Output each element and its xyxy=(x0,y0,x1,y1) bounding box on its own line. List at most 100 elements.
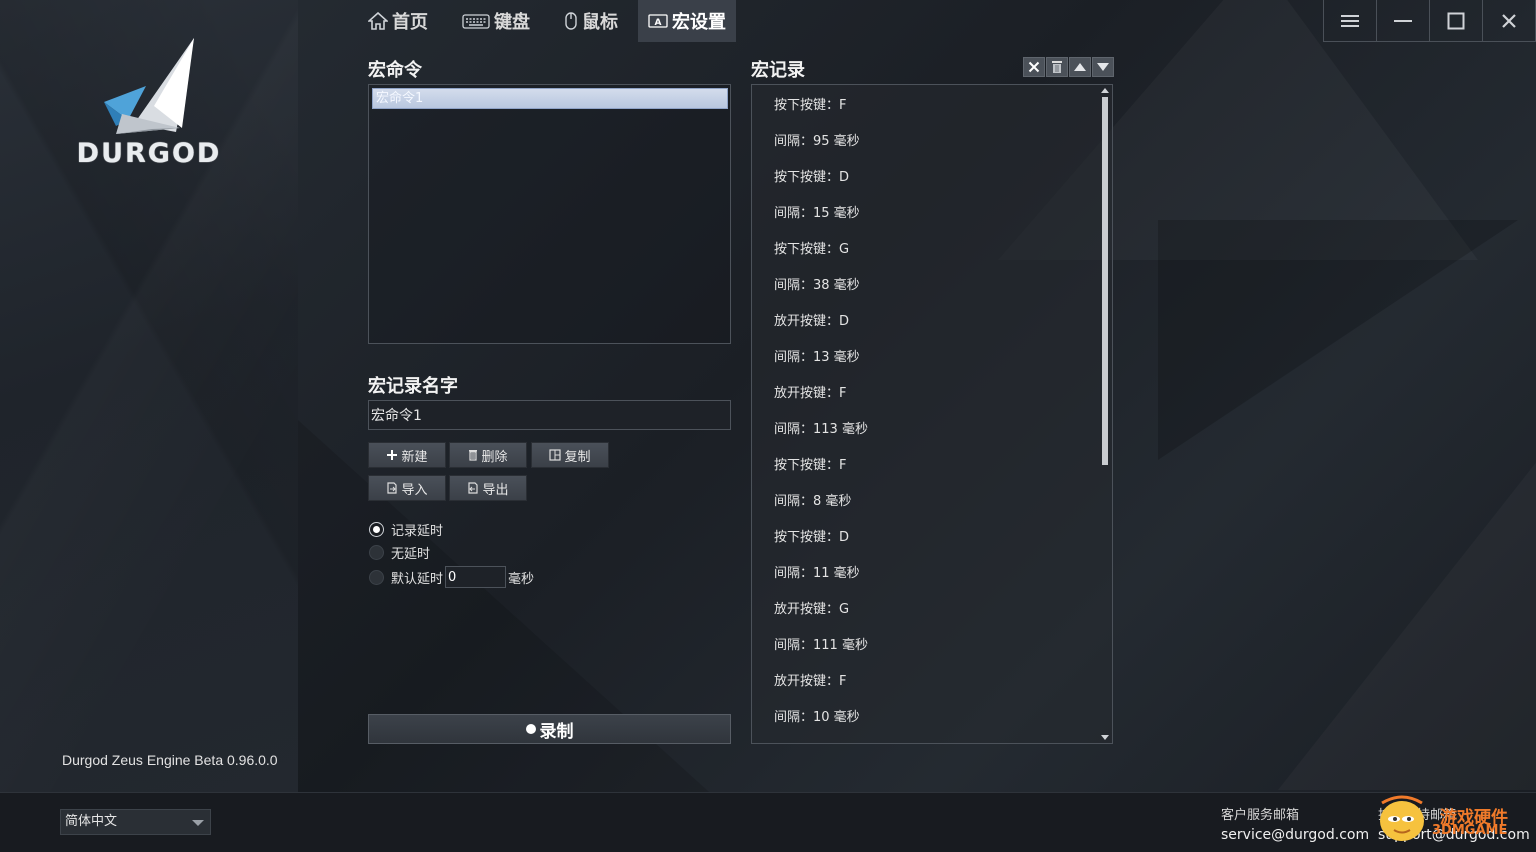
list-item[interactable]: 间隔：95 毫秒 xyxy=(774,132,860,152)
macro-icon: A xyxy=(648,14,668,28)
tab-keyboard[interactable]: 键盘 xyxy=(452,0,540,42)
clear-icon xyxy=(1028,61,1040,73)
menu-icon xyxy=(1341,14,1359,27)
macro-record-list[interactable]: 按下按键：F 间隔：95 毫秒 按下按键：D 间隔：15 毫秒 按下按键：G 间… xyxy=(751,84,1113,744)
arrow-down-icon xyxy=(1097,63,1109,71)
list-item[interactable]: 按下按键：G xyxy=(774,240,849,260)
svg-text:A: A xyxy=(655,18,662,28)
mascot-icon xyxy=(1380,795,1424,841)
default-delay-label: 默认延时 xyxy=(391,571,444,587)
chevron-down-icon xyxy=(192,820,204,826)
list-item[interactable]: 间隔：113 毫秒 xyxy=(774,420,868,440)
list-item[interactable]: 放开按键：G xyxy=(774,600,849,620)
copy-button[interactable]: 复制 xyxy=(531,442,609,468)
tab-keyboard-label: 键盘 xyxy=(494,12,530,33)
macro-name-title: 宏记录名字 xyxy=(368,376,458,397)
import-button-label: 导入 xyxy=(401,482,428,498)
macro-command-list[interactable]: 宏命令1 xyxy=(368,84,731,344)
tab-home[interactable]: 首页 xyxy=(358,0,438,42)
list-item[interactable]: 间隔：111 毫秒 xyxy=(774,636,868,656)
maximize-button[interactable] xyxy=(1429,0,1482,42)
record-delay-label: 记录延时 xyxy=(391,524,444,539)
delete-button[interactable]: 删除 xyxy=(449,442,527,468)
default-delay-option[interactable]: 默认延时 毫秒 xyxy=(369,566,534,588)
copy-icon xyxy=(549,449,562,461)
export-button-label: 导出 xyxy=(482,482,509,498)
clear-button[interactable] xyxy=(1023,57,1045,77)
list-item[interactable]: 间隔：8 毫秒 xyxy=(774,492,851,512)
delay-unit-label: 毫秒 xyxy=(508,571,535,587)
copy-button-label: 复制 xyxy=(564,449,591,465)
list-item[interactable]: 间隔：13 毫秒 xyxy=(774,348,860,368)
minimize-button[interactable] xyxy=(1376,0,1429,42)
macro-command-item[interactable]: 宏命令1 xyxy=(372,88,728,109)
maximize-icon xyxy=(1447,12,1465,29)
list-item[interactable]: 按下按键：D xyxy=(774,168,849,188)
default-delay-input[interactable] xyxy=(445,566,507,588)
macro-name-input[interactable] xyxy=(368,400,731,430)
arrow-up-icon xyxy=(1074,63,1086,71)
language-select[interactable]: 简体中文 xyxy=(60,809,211,835)
window-controls xyxy=(1323,0,1536,42)
macro-record-title: 宏记录 xyxy=(751,60,805,81)
record-dot-icon xyxy=(525,724,536,734)
list-item[interactable]: 按下按键：F xyxy=(774,96,846,116)
scroll-thumb[interactable] xyxy=(1102,97,1108,465)
tab-mouse-label: 鼠标 xyxy=(582,12,618,33)
trash-icon xyxy=(1052,61,1062,73)
delete-button-label: 删除 xyxy=(481,449,508,465)
menu-button[interactable] xyxy=(1323,0,1376,42)
no-delay-option[interactable]: 无延时 xyxy=(369,543,430,562)
macro-record-toolbar xyxy=(1023,57,1114,77)
no-delay-radio[interactable] xyxy=(369,545,384,560)
service-email-label: 客户服务邮箱 xyxy=(1221,808,1300,823)
record-delay-radio[interactable] xyxy=(369,522,384,537)
new-button-label: 新建 xyxy=(401,449,428,465)
macro-commands-title: 宏命令 xyxy=(368,60,422,81)
move-down-button[interactable] xyxy=(1092,57,1114,77)
watermark: 游戏硬件 3DMGAME xyxy=(1368,793,1536,852)
list-item[interactable]: 间隔：11 毫秒 xyxy=(774,564,860,584)
list-item[interactable]: 间隔：15 毫秒 xyxy=(774,204,860,224)
import-icon xyxy=(387,482,398,494)
minimize-icon xyxy=(1394,19,1412,22)
service-email-block: 客户服务邮箱 service@durgod.com xyxy=(1221,804,1369,843)
tab-mouse[interactable]: 鼠标 xyxy=(554,0,628,42)
top-nav: 首页 键盘 鼠标 A 宏设置 xyxy=(358,0,750,42)
record-delay-option[interactable]: 记录延时 xyxy=(369,520,443,539)
list-item[interactable]: 放开按键：D xyxy=(774,312,849,332)
record-button-label: 录制 xyxy=(539,721,574,742)
keyboard-icon xyxy=(462,14,490,29)
logo-text: DURGOD xyxy=(76,138,222,169)
list-item[interactable]: 间隔：38 毫秒 xyxy=(774,276,860,296)
record-button[interactable]: 录制 xyxy=(368,714,731,744)
list-item[interactable]: 间隔：10 毫秒 xyxy=(774,708,860,728)
no-delay-label: 无延时 xyxy=(391,547,431,562)
home-icon xyxy=(368,12,388,30)
new-button[interactable]: 新建 xyxy=(368,442,446,468)
macro-record-scrollbar[interactable] xyxy=(1099,88,1109,740)
trash-button[interactable] xyxy=(1046,57,1068,77)
export-button[interactable]: 导出 xyxy=(449,475,527,501)
plus-icon xyxy=(387,450,398,460)
trash-icon xyxy=(469,450,478,461)
default-delay-radio[interactable] xyxy=(369,569,384,585)
list-item[interactable]: 放开按键：F xyxy=(774,384,846,404)
tab-macro-settings-label: 宏设置 xyxy=(672,12,726,33)
list-item[interactable]: 按下按键：F xyxy=(774,456,846,476)
scroll-up-arrow-icon[interactable] xyxy=(1101,88,1109,93)
language-select-value: 简体中文 xyxy=(65,814,118,829)
import-button[interactable]: 导入 xyxy=(368,475,446,501)
service-email-link[interactable]: service@durgod.com xyxy=(1221,827,1369,843)
watermark-subtext: 3DMGAME xyxy=(1432,823,1508,838)
list-item[interactable]: 放开按键：F xyxy=(774,672,846,692)
move-up-button[interactable] xyxy=(1069,57,1091,77)
list-item[interactable]: 按下按键：D xyxy=(774,528,849,548)
close-button[interactable] xyxy=(1482,0,1536,42)
version-label: Durgod Zeus Engine Beta 0.96.0.0 xyxy=(62,752,278,768)
scroll-down-arrow-icon[interactable] xyxy=(1101,735,1109,740)
close-icon xyxy=(1502,13,1516,28)
tab-macro-settings[interactable]: A 宏设置 xyxy=(638,0,736,42)
export-icon xyxy=(468,482,479,494)
tab-home-label: 首页 xyxy=(392,12,428,33)
